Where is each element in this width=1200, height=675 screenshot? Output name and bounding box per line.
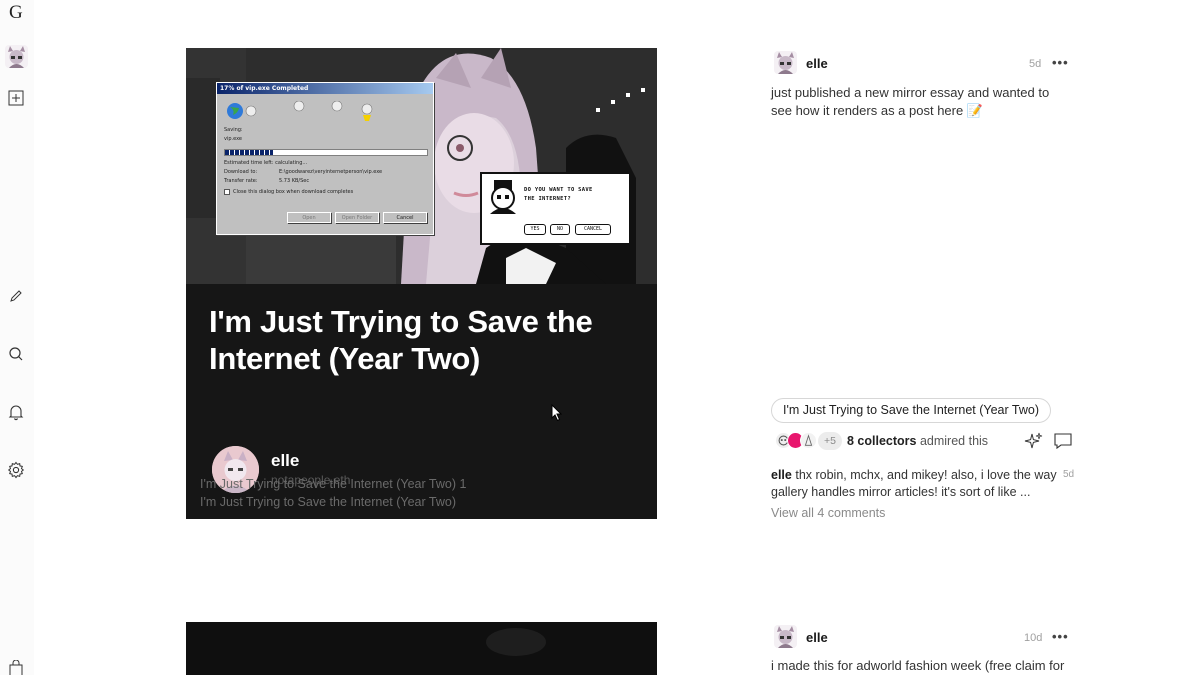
username[interactable]: elle xyxy=(806,56,828,71)
linked-post-pill[interactable]: I'm Just Trying to Save the Internet (Ye… xyxy=(771,398,1051,423)
overlay-caption-line: I'm Just Trying to Save the Internet (Ye… xyxy=(200,495,456,509)
collector-avatar[interactable] xyxy=(800,432,817,449)
dialog-title: 17% of vip.exe Completed xyxy=(217,83,433,94)
user-avatar-2[interactable] xyxy=(774,625,797,648)
dialog-question: DO YOU WANT TO SAVE THE INTERNET? xyxy=(524,186,593,204)
search-icon[interactable] xyxy=(6,344,26,364)
view-all-comments-link[interactable]: View all 4 comments xyxy=(771,506,885,520)
collectors-summary[interactable]: 8 collectors admired this xyxy=(847,434,988,448)
post-time: 5d xyxy=(1029,58,1042,70)
transfer-rate-label: Transfer rate: xyxy=(224,178,258,184)
no-button: NO xyxy=(550,224,570,235)
dialog-question-line-1: DO YOU WANT TO SAVE xyxy=(524,187,593,193)
post-title: I'm Just Trying to Save the Internet (Ye… xyxy=(209,304,593,376)
download-path: E:\goodwarez\veryinternetperson\vip.exe xyxy=(279,169,383,175)
post-caption-2: i made this for adworld fashion week (fr… xyxy=(771,658,1065,673)
plus-square-icon[interactable] xyxy=(6,88,26,108)
comment-text: thx robin, mchx, and mikey! also, i love… xyxy=(771,468,1057,499)
download-progress-bar xyxy=(224,149,428,156)
left-sidebar: G xyxy=(0,0,34,675)
cancel-button: Cancel xyxy=(383,212,427,223)
post-time-2: 10d xyxy=(1024,632,1043,644)
post-artwork: 17% of vip.exe Completed Saving: vip.exe… xyxy=(186,48,657,284)
checkbox-label: Close this dialog box when download comp… xyxy=(233,189,354,195)
comment-icon[interactable] xyxy=(1053,431,1073,451)
comment-time: 5d xyxy=(1063,469,1075,480)
more-options-icon[interactable]: ••• xyxy=(1052,55,1069,70)
bell-icon[interactable] xyxy=(6,402,26,422)
collectors-row: +5 8 collectors admired this xyxy=(775,431,1075,451)
download-dialog: 17% of vip.exe Completed Saving: vip.exe… xyxy=(216,82,434,235)
app-logo[interactable]: G xyxy=(9,2,23,24)
admire-sparkle-icon[interactable] xyxy=(1024,431,1044,451)
open-button: Open xyxy=(287,212,331,223)
saving-label: Saving: xyxy=(224,127,243,133)
yes-button: YES xyxy=(524,224,546,235)
collectors-count[interactable]: 8 collectors xyxy=(847,434,916,448)
author-name: elle xyxy=(271,451,300,470)
transfer-rate: 5.73 KB/Sec xyxy=(279,178,310,184)
user-avatar[interactable] xyxy=(774,51,797,74)
profile-avatar[interactable] xyxy=(5,45,28,68)
overlay-caption-line: I'm Just Trying to Save the Internet (Ye… xyxy=(200,477,467,491)
comment-author[interactable]: elle xyxy=(771,468,792,482)
username-2[interactable]: elle xyxy=(806,630,828,645)
close-dialog-checkbox xyxy=(224,189,230,195)
collectors-suffix: admired this xyxy=(919,434,989,448)
more-options-icon[interactable]: ••• xyxy=(1052,629,1069,644)
post-card[interactable]: 17% of vip.exe Completed Saving: vip.exe… xyxy=(186,48,657,519)
collectors-extra-count[interactable]: +5 xyxy=(818,432,842,450)
bag-icon[interactable] xyxy=(6,658,26,675)
pencil-icon[interactable] xyxy=(6,286,26,306)
post-card-2[interactable] xyxy=(186,622,657,675)
open-folder-button: Open Folder xyxy=(335,212,379,223)
gear-icon[interactable] xyxy=(6,460,26,480)
download-to-label: Download to: xyxy=(224,169,258,175)
estimated-time: Estimated time left: calculating... xyxy=(224,160,308,166)
save-internet-dialog: DO YOU WANT TO SAVE THE INTERNET? YES NO… xyxy=(480,172,631,245)
cancel-pixel-button: CANCEL xyxy=(575,224,611,235)
download-progress-fill xyxy=(225,150,274,155)
dialog-question-line-2: THE INTERNET? xyxy=(524,196,571,202)
post-caption: just published a new mirror essay and wa… xyxy=(771,85,1050,118)
mouse-cursor-icon xyxy=(551,404,563,422)
saving-file: vip.exe xyxy=(224,136,242,142)
comment-preview[interactable]: elle thx robin, mchx, and mikey! also, i… xyxy=(771,467,1071,501)
